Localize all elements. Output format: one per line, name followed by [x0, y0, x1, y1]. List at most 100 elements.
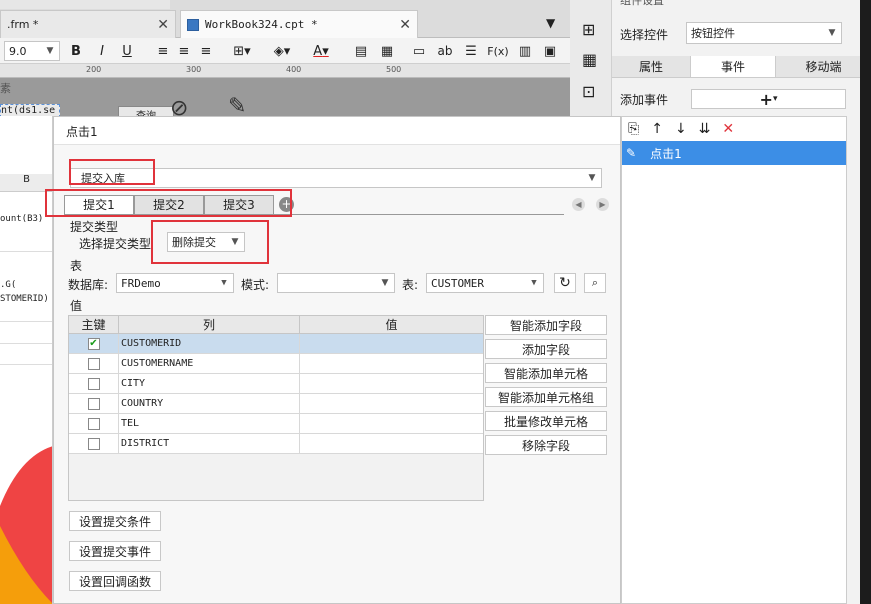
- event-item[interactable]: ✎ 点击1: [622, 141, 846, 165]
- bottom-button-2[interactable]: 设置回调函数: [69, 571, 161, 591]
- bottom-button-0[interactable]: 设置提交条件: [69, 511, 161, 531]
- primary-key-checkbox[interactable]: ✔: [87, 337, 100, 350]
- border-icon[interactable]: ⊞▾: [228, 41, 256, 61]
- copy-icon[interactable]: ⎘: [628, 121, 639, 137]
- text-style-icon[interactable]: ab: [436, 41, 454, 61]
- grid-body: ✔ CUSTOMERID CUSTOMERNAME CITY COUNTRY TEL DIS…: [69, 334, 483, 454]
- schema-select[interactable]: ▼: [277, 273, 395, 293]
- table-row[interactable]: ✔ CUSTOMERID: [69, 334, 483, 354]
- primary-key-checkbox[interactable]: [87, 397, 100, 410]
- tab-events[interactable]: 事件: [690, 56, 776, 77]
- table-row[interactable]: DISTRICT: [69, 434, 483, 454]
- sort-icon[interactable]: ⇊: [699, 121, 711, 137]
- text-color-letter: A: [313, 43, 323, 59]
- bold-button[interactable]: B: [68, 41, 84, 61]
- align-left-icon[interactable]: ≡: [154, 41, 172, 61]
- layout-icon[interactable]: ⊞: [582, 20, 595, 39]
- tab-mobile[interactable]: 移动端: [776, 56, 871, 77]
- scroll-left-icon[interactable]: ◀: [572, 198, 585, 211]
- underline-button[interactable]: U: [119, 41, 135, 61]
- db-select[interactable]: FRDemo ▼: [116, 273, 234, 293]
- primary-key-checkbox[interactable]: [87, 357, 100, 370]
- chevron-down-icon: ▼: [221, 278, 227, 288]
- chart-icon[interactable]: ▥: [516, 41, 534, 61]
- add-event-button[interactable]: + ▾: [691, 89, 846, 109]
- key-cell: [69, 414, 119, 433]
- event-item-label: 点击1: [650, 146, 682, 161]
- ruler-mark: 400: [286, 65, 302, 74]
- grid-icon[interactable]: ▦: [582, 50, 597, 69]
- key-cell: [69, 354, 119, 373]
- table-row[interactable]: COUNTRY: [69, 394, 483, 414]
- event-dialog: 点击1 提交入库 ▼ 提交1 提交2 提交3 + ◀ ▶ 提交类型 选择提交类型…: [45, 116, 621, 604]
- preview-icon[interactable]: ⌕: [584, 273, 606, 293]
- format-toolbar: 9.0 ▼ B I U ≡ ≡ ≡ ⊞▾ ◈▾ A ▾ ▤ ▦ ▭ ab ☰ F(…: [0, 38, 570, 64]
- plus-icon: +: [759, 89, 773, 109]
- bottom-button-1[interactable]: 设置提交事件: [69, 541, 161, 561]
- grid-header: 主键 列 值: [69, 316, 483, 334]
- highlight-box: [69, 159, 155, 185]
- delete-icon[interactable]: ✕: [722, 121, 734, 137]
- close-icon[interactable]: ✕: [399, 17, 411, 33]
- table-row[interactable]: TEL: [69, 414, 483, 434]
- unmerge-icon[interactable]: ▦: [378, 41, 396, 61]
- align-center-icon[interactable]: ≡: [175, 41, 193, 61]
- document-tab-bar: .frm * ✕ WorkBook324.cpt * ✕ ▼: [0, 0, 570, 38]
- side-button-5[interactable]: 移除字段: [485, 435, 607, 455]
- font-size-select[interactable]: 9.0 ▼: [4, 41, 60, 61]
- table-row[interactable]: CUSTOMERNAME: [69, 354, 483, 374]
- table-label: 表:: [402, 278, 419, 292]
- wrap-icon[interactable]: ▭: [410, 41, 428, 61]
- side-button-2[interactable]: 智能添加单元格: [485, 363, 607, 383]
- fill-color-icon[interactable]: ◈▾: [268, 41, 296, 61]
- table-select[interactable]: CUSTOMER ▼: [426, 273, 544, 293]
- tab-menu-icon[interactable]: ▼: [546, 16, 555, 30]
- paragraph-icon[interactable]: ☰: [462, 41, 480, 61]
- table-row[interactable]: CITY: [69, 374, 483, 394]
- primary-key-checkbox[interactable]: [87, 437, 100, 450]
- formula-icon[interactable]: F(x): [487, 41, 508, 61]
- arrow-up-icon[interactable]: ↑: [651, 121, 663, 137]
- highlight-box: [45, 189, 292, 217]
- submit-type-section: 提交类型: [70, 220, 119, 234]
- italic-button[interactable]: I: [94, 41, 110, 61]
- sheet-cell[interactable]: .G(: [0, 280, 16, 290]
- primary-key-checkbox[interactable]: [87, 377, 100, 390]
- db-value: FRDemo: [121, 276, 161, 290]
- align-right-icon[interactable]: ≡: [197, 41, 215, 61]
- key-cell: [69, 434, 119, 453]
- text-color-button[interactable]: A ▾: [306, 41, 336, 61]
- window-edge: [860, 0, 871, 604]
- tab-workbook[interactable]: WorkBook324.cpt * ✕: [180, 10, 418, 38]
- tab-frm[interactable]: .frm * ✕: [0, 10, 176, 38]
- scroll-right-icon[interactable]: ▶: [596, 198, 609, 211]
- image-icon[interactable]: ▣: [541, 41, 559, 61]
- workbook-icon: [187, 18, 199, 31]
- frame-icon[interactable]: ⊡: [582, 82, 595, 101]
- side-button-4[interactable]: 批量修改单元格: [485, 411, 607, 431]
- arrow-down-icon[interactable]: ↓: [675, 121, 687, 137]
- close-icon[interactable]: ✕: [157, 17, 169, 33]
- side-button-1[interactable]: 添加字段: [485, 339, 607, 359]
- column-cell: DISTRICT: [119, 434, 300, 453]
- sheet-cell[interactable]: STOMERID): [0, 294, 49, 304]
- grid-header-column: 列: [119, 316, 300, 333]
- tab-properties[interactable]: 属性: [612, 56, 690, 77]
- ruler-mark: 300: [186, 65, 202, 74]
- highlight-box: [151, 220, 269, 264]
- side-button-3[interactable]: 智能添加单元格组: [485, 387, 607, 407]
- primary-key-checkbox[interactable]: [87, 417, 100, 430]
- refresh-icon[interactable]: ↻: [554, 273, 576, 293]
- side-button-0[interactable]: 智能添加字段: [485, 315, 607, 335]
- ruler-mark: 200: [86, 65, 102, 74]
- chevron-down-icon: ▼: [46, 46, 54, 56]
- chevron-down-icon: ▼: [531, 278, 537, 288]
- merge-icon[interactable]: ▤: [352, 41, 370, 61]
- window-icons: [0, 0, 170, 9]
- column-cell: CUSTOMERID: [119, 334, 300, 353]
- panel-header: 组件设置: [620, 0, 664, 7]
- canvas-label: 素: [0, 82, 11, 95]
- sheet-cell[interactable]: ount(B3): [0, 214, 43, 224]
- panel-tabs: 属性 事件 移动端: [612, 56, 871, 78]
- control-type-select[interactable]: 按钮控件 ▼: [686, 22, 842, 44]
